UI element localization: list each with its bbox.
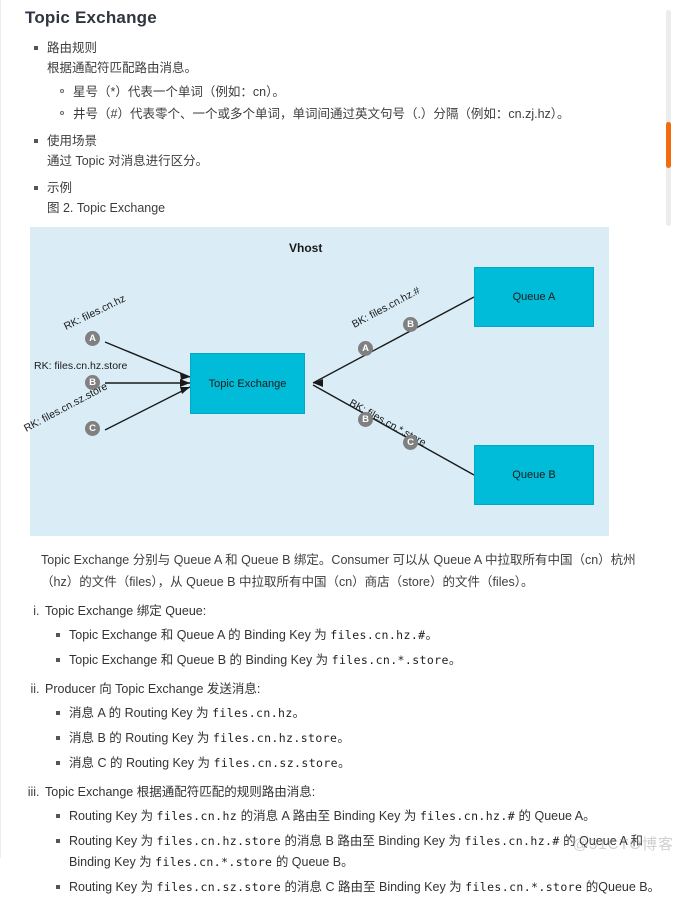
list-item-text: Routing Key 为	[69, 834, 157, 848]
list-item: Routing Key 为 files.cn.hz 的消息 A 路由至 Bind…	[56, 806, 678, 827]
list-item-suffix: 。	[338, 756, 351, 770]
diagram-node-queue-b[interactable]: Queue B	[474, 445, 594, 505]
list-item: Routing Key 为 files.cn.sz.store 的消息 C 路由…	[56, 877, 678, 898]
section-routing-rules: 路由规则 根据通配符匹配路由消息。 星号（*）代表一个单词（例如：cn）。 井号…	[34, 38, 648, 125]
square-bullet-icon	[34, 46, 38, 50]
list-item-text: Routing Key 为	[69, 880, 157, 894]
step-item: Topic Exchange 绑定 Queue: Topic Exchange …	[43, 600, 678, 671]
diagram-node-queue-a[interactable]: Queue A	[474, 267, 594, 327]
section-title: 示例	[47, 181, 73, 195]
code-binding-key: files.cn.*.store	[465, 880, 583, 894]
list-item: 井号（#）代表零个、一个或多个单词，单词间通过英文句号（.）分隔（例如：cn.z…	[60, 103, 648, 125]
list-item-text: Routing Key 为	[69, 809, 157, 823]
step-item: Topic Exchange 根据通配符匹配的规则路由消息: Routing K…	[43, 781, 678, 898]
step-sublist: 消息 A 的 Routing Key 为 files.cn.hz。 消息 B 的…	[45, 703, 678, 774]
list-item-text: 消息 A 的 Routing Key 为	[69, 706, 213, 720]
section-use-case: 使用场景 通过 Topic 对消息进行区分。	[34, 131, 648, 172]
section-body: 根据通配符匹配路由消息。	[47, 61, 198, 75]
section-body: 通过 Topic 对消息进行区分。	[47, 154, 209, 168]
list-item-suffix: 的 Queue A。	[515, 809, 596, 823]
square-bullet-icon	[56, 658, 60, 662]
code-binding-key: files.cn.*.store	[331, 653, 449, 667]
list-item-mid: 的消息 A 路由至 Binding Key 为	[237, 809, 420, 823]
list-item: Routing Key 为 files.cn.hz.store 的消息 B 路由…	[56, 831, 678, 873]
section-subitem-list: 星号（*）代表一个单词（例如：cn）。 井号（#）代表零个、一个或多个单词，单词…	[47, 81, 648, 125]
square-bullet-icon	[56, 814, 60, 818]
diagram-vhost-label: Vhost	[289, 241, 323, 255]
circle-bullet-icon	[60, 89, 64, 93]
article-content: 路由规则 根据通配符匹配路由消息。 星号（*）代表一个单词（例如：cn）。 井号…	[1, 28, 678, 219]
section-example: 示例 图 2. Topic Exchange	[34, 178, 648, 219]
list-item-text: 消息 B 的 Routing Key 为	[69, 731, 213, 745]
section-list: 路由规则 根据通配符匹配路由消息。 星号（*）代表一个单词（例如：cn）。 井号…	[25, 38, 648, 219]
diagram-marker-b-binding-2: B	[358, 412, 373, 427]
square-bullet-icon	[56, 761, 60, 765]
list-item: Topic Exchange 和 Queue B 的 Binding Key 为…	[56, 650, 678, 671]
list-item-suffix: 。	[337, 731, 350, 745]
section-title: 路由规则	[47, 41, 98, 55]
steps-list: Topic Exchange 绑定 Queue: Topic Exchange …	[1, 600, 678, 898]
code-binding-key-2: files.cn.*.store	[155, 855, 273, 869]
section-title: 使用场景	[47, 134, 98, 148]
list-item-label: 星号（*）代表一个单词（例如：cn）。	[73, 85, 285, 99]
list-item-text: Topic Exchange 和 Queue B 的 Binding Key 为	[69, 653, 332, 667]
square-bullet-icon	[34, 186, 38, 190]
diagram-marker-c-producer: C	[85, 421, 100, 436]
square-bullet-icon	[56, 839, 60, 843]
step-heading: Producer 向 Topic Exchange 发送消息:	[45, 682, 261, 696]
list-item-suffix: 的Queue B。	[582, 880, 661, 894]
diagram-marker-a-binding: A	[358, 341, 373, 356]
code-routing-key: files.cn.hz.store	[156, 834, 282, 848]
step-sublist: Routing Key 为 files.cn.hz 的消息 A 路由至 Bind…	[45, 806, 678, 898]
vertical-scrollbar-thumb[interactable]	[666, 122, 671, 168]
list-item-label: 井号（#）代表零个、一个或多个单词，单词间通过英文句号（.）分隔（例如：cn.z…	[73, 107, 570, 121]
code-routing-key: files.cn.hz	[156, 809, 238, 823]
square-bullet-icon	[56, 711, 60, 715]
square-bullet-icon	[56, 736, 60, 740]
list-item: Topic Exchange 和 Queue A 的 Binding Key 为…	[56, 625, 678, 646]
figure-caption: 图 2. Topic Exchange	[47, 201, 166, 215]
square-bullet-icon	[34, 139, 38, 143]
code-routing-key: files.cn.sz.store	[156, 880, 282, 894]
diagram-node-topic-exchange[interactable]: Topic Exchange	[190, 353, 305, 414]
diagram-marker-a-producer: A	[85, 331, 100, 346]
code-routing-key: files.cn.hz	[212, 706, 293, 720]
square-bullet-icon	[56, 885, 60, 889]
diagram-edge-label-rk-b: RK: files.cn.hz.store	[34, 360, 128, 372]
page-title: Topic Exchange	[25, 8, 157, 27]
square-bullet-icon	[56, 633, 60, 637]
list-item: 消息 C 的 Routing Key 为 files.cn.sz.store。	[56, 753, 678, 774]
code-binding-key: files.cn.hz.#	[330, 628, 426, 642]
list-item-suffix: 。	[292, 706, 306, 720]
diagram-marker-b-binding: B	[403, 317, 418, 332]
step-sublist: Topic Exchange 和 Queue A 的 Binding Key 为…	[45, 625, 678, 671]
list-item-mid: 的消息 C 路由至 Binding Key 为	[281, 880, 466, 894]
summary-paragraph: Topic Exchange 分别与 Queue A 和 Queue B 绑定。…	[41, 553, 636, 589]
figure-topic-exchange: Vhost Topic Exchange Queue A Queue B RK:…	[22, 227, 678, 536]
code-routing-key: files.cn.hz.store	[212, 731, 338, 745]
circle-bullet-icon	[60, 111, 64, 115]
list-item-suffix: 。	[425, 628, 438, 642]
list-item-text: Topic Exchange 和 Queue A 的 Binding Key 为	[69, 628, 331, 642]
list-item: 消息 B 的 Routing Key 为 files.cn.hz.store。	[56, 728, 678, 749]
step-heading: Topic Exchange 绑定 Queue:	[45, 604, 207, 618]
list-item: 星号（*）代表一个单词（例如：cn）。	[60, 81, 648, 103]
code-routing-key: files.cn.sz.store	[213, 756, 339, 770]
list-item-text: 消息 C 的 Routing Key 为	[69, 756, 214, 770]
diagram-canvas: Vhost Topic Exchange Queue A Queue B RK:…	[22, 227, 609, 536]
vertical-scrollbar-track[interactable]	[666, 10, 671, 226]
code-binding-key: files.cn.hz.#	[464, 834, 560, 848]
code-binding-key: files.cn.hz.#	[419, 809, 516, 823]
diagram-marker-c-binding: C	[403, 435, 418, 450]
list-item-suffix-2: 的 Queue B。	[272, 855, 354, 869]
step-item: Producer 向 Topic Exchange 发送消息: 消息 A 的 R…	[43, 678, 678, 774]
list-item-mid: 的消息 B 路由至 Binding Key 为	[281, 834, 465, 848]
step-heading: Topic Exchange 根据通配符匹配的规则路由消息:	[45, 785, 316, 799]
list-item: 消息 A 的 Routing Key 为 files.cn.hz。	[56, 703, 678, 724]
page-root: Topic Exchange 路由规则 根据通配符匹配路由消息。 星号（*）代表…	[0, 0, 678, 894]
list-item-suffix: 。	[448, 653, 462, 667]
